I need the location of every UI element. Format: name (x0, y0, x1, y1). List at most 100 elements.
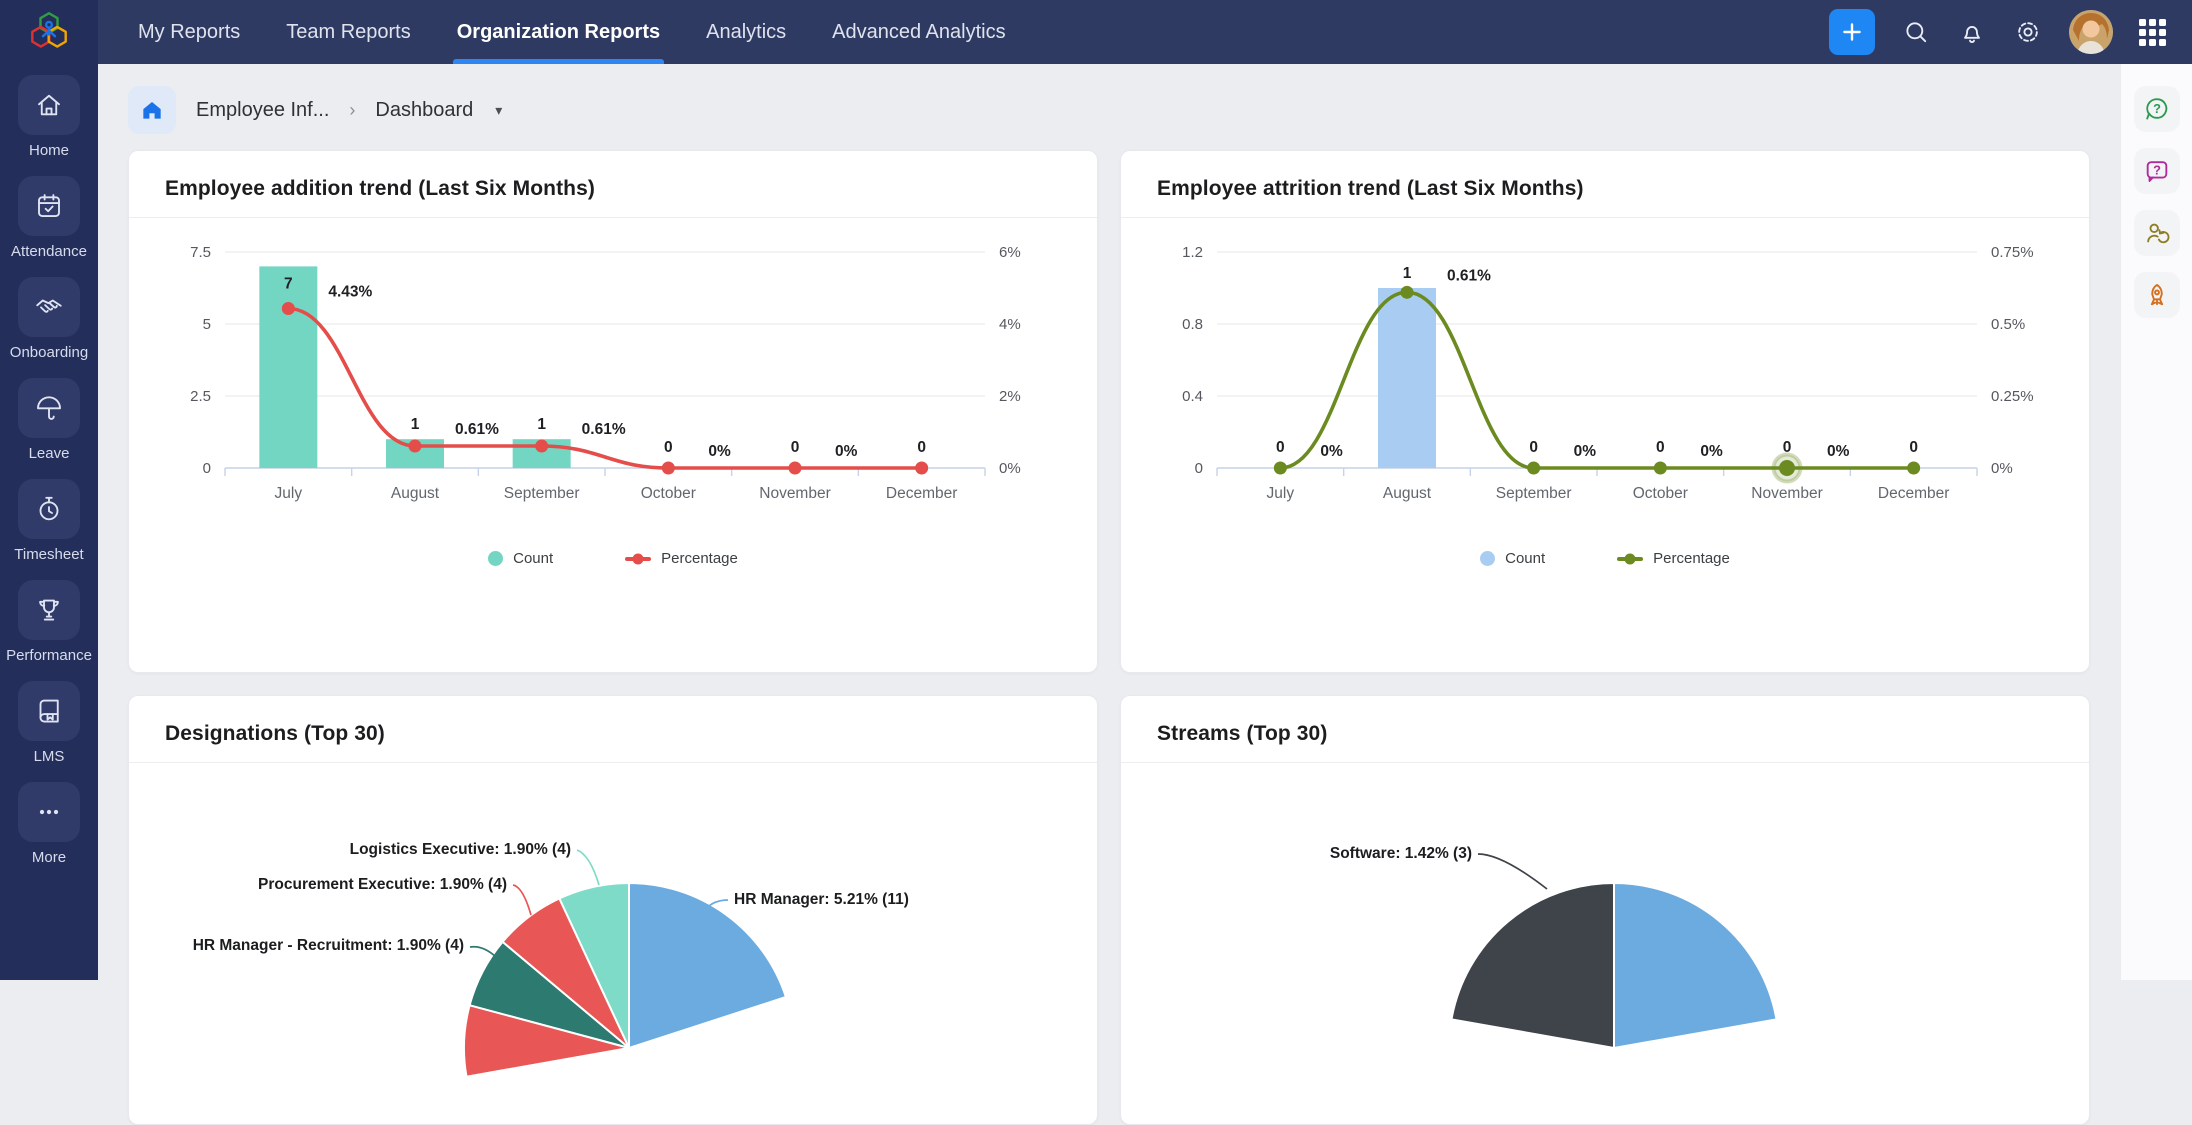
svg-text:November: November (1751, 485, 1823, 502)
card-streams-pie: Streams (Top 30) Software: 1.42% (3) (1120, 695, 2090, 1125)
apps-grid-icon[interactable] (2139, 19, 2166, 46)
svg-text:0.61%: 0.61% (455, 421, 499, 438)
legend-item-percentage[interactable]: Percentage (625, 550, 738, 567)
sidebar-item-performance[interactable]: Performance (6, 580, 92, 664)
svg-text:0%: 0% (1700, 443, 1723, 460)
bell-icon (1958, 18, 1986, 46)
card-title: Streams (Top 30) (1157, 722, 2053, 746)
svg-text:0.75%: 0.75% (1991, 244, 2034, 261)
svg-text:0.25%: 0.25% (1991, 388, 2034, 405)
svg-text:2%: 2% (999, 388, 1021, 405)
help-bubble-icon: ? (2143, 95, 2171, 123)
breadcrumb-dropdown-caret[interactable]: ▾ (495, 102, 502, 119)
svg-text:December: December (886, 485, 958, 502)
svg-text:0: 0 (1276, 439, 1285, 456)
svg-text:0.5%: 0.5% (1991, 316, 2025, 333)
combo-chart-svg: 7.56%54%2.52%00%JulyAugustSeptemberOctob… (165, 218, 1063, 540)
search-button[interactable] (1901, 17, 1931, 47)
legend-item-count[interactable]: Count (488, 550, 553, 567)
svg-text:Procurement Executive: 1.90% (: Procurement Executive: 1.90% (4) (258, 876, 507, 893)
sidebar-item-label: Performance (6, 647, 92, 664)
sidebar-item-label: Home (29, 142, 69, 159)
svg-text:0%: 0% (1574, 443, 1597, 460)
zoho-people-logo[interactable] (17, 5, 81, 63)
performance-icon (34, 595, 64, 625)
svg-text:4%: 4% (999, 316, 1021, 333)
svg-text:4.43%: 4.43% (328, 284, 372, 301)
leave-icon (34, 393, 64, 423)
pie-chart-svg: Logistics Executive: 1.90% (4)Procuremen… (165, 763, 1063, 1103)
topbar-actions (1829, 9, 2166, 55)
sidebar-item-timesheet[interactable]: Timesheet (14, 479, 83, 563)
card-employee-addition-trend: Employee addition trend (Last Six Months… (128, 150, 1098, 673)
bell-button[interactable] (1957, 17, 1987, 47)
legend-swatch (1617, 557, 1643, 561)
lms-icon (34, 696, 64, 726)
faq-bubble-button[interactable]: ? (2134, 148, 2180, 194)
tab-organization-reports[interactable]: Organization Reports (457, 0, 660, 64)
help-bubble-button[interactable]: ? (2134, 86, 2180, 132)
svg-text:0%: 0% (835, 443, 858, 460)
designations-pie-chart: Logistics Executive: 1.90% (4)Procuremen… (129, 763, 1097, 1103)
svg-text:0: 0 (917, 439, 926, 456)
legend-item-count[interactable]: Count (1480, 550, 1545, 567)
svg-text:0%: 0% (1827, 443, 1850, 460)
avatar-image (2069, 10, 2113, 54)
right-rail: ?? (2120, 64, 2192, 980)
tab-team-reports[interactable]: Team Reports (286, 0, 411, 64)
svg-text:HR Manager - Recruitment: 1.90: HR Manager - Recruitment: 1.90% (4) (193, 937, 464, 954)
chart-legend: Count Percentage (1121, 550, 2089, 567)
svg-text:September: September (504, 485, 580, 502)
svg-text:August: August (391, 485, 440, 502)
legend-label: Count (1505, 550, 1545, 567)
svg-text:5: 5 (203, 316, 211, 333)
employee-addition-chart: 7.56%54%2.52%00%JulyAugustSeptemberOctob… (129, 218, 1097, 540)
dashboard-grid: Employee addition trend (Last Six Months… (98, 150, 2120, 1125)
svg-text:0%: 0% (708, 443, 731, 460)
sidebar-items: Home Attendance Onboarding Leave Timesheet Pe… (6, 75, 92, 866)
home-icon (139, 97, 165, 123)
sidebar-item-leave[interactable]: Leave (18, 378, 80, 462)
svg-text:Software: 1.42% (3): Software: 1.42% (3) (1330, 845, 1472, 862)
gear-button[interactable] (2013, 17, 2043, 47)
svg-text:December: December (1878, 485, 1950, 502)
people-share-button[interactable] (2134, 210, 2180, 256)
tab-advanced-analytics[interactable]: Advanced Analytics (832, 0, 1005, 64)
sidebar-tile (18, 580, 80, 640)
sidebar-item-onboarding[interactable]: Onboarding (10, 277, 88, 361)
sidebar-item-label: LMS (34, 748, 65, 765)
svg-text:0: 0 (664, 439, 673, 456)
sidebar-item-lms[interactable]: LMS (18, 681, 80, 765)
svg-text:0: 0 (203, 460, 211, 477)
breadcrumb-page[interactable]: Dashboard (375, 99, 473, 122)
svg-text:?: ? (2153, 101, 2161, 116)
svg-text:0%: 0% (1320, 443, 1343, 460)
breadcrumb-home-button[interactable] (128, 86, 176, 134)
svg-text:0.8: 0.8 (1182, 316, 1203, 333)
svg-text:September: September (1496, 485, 1572, 502)
plus-icon (1839, 19, 1865, 45)
sidebar-tile (18, 277, 80, 337)
card-title: Designations (Top 30) (165, 722, 1061, 746)
svg-text:6%: 6% (999, 244, 1021, 261)
add-button[interactable] (1829, 9, 1875, 55)
svg-text:October: October (1633, 485, 1688, 502)
user-avatar[interactable] (2069, 10, 2113, 54)
timesheet-icon (34, 494, 64, 524)
sidebar-item-home[interactable]: Home (18, 75, 80, 159)
tab-analytics[interactable]: Analytics (706, 0, 786, 64)
tab-my-reports[interactable]: My Reports (138, 0, 240, 64)
sidebar-item-more[interactable]: More (18, 782, 80, 866)
svg-text:0%: 0% (999, 460, 1021, 477)
svg-text:7: 7 (284, 275, 293, 292)
svg-text:1.2: 1.2 (1182, 244, 1203, 261)
sidebar-tile (18, 479, 80, 539)
breadcrumb-module[interactable]: Employee Inf... (196, 99, 329, 122)
card-title: Employee attrition trend (Last Six Month… (1157, 177, 2053, 201)
sidebar-tile (18, 378, 80, 438)
rocket-button[interactable] (2134, 272, 2180, 318)
sidebar-item-attendance[interactable]: Attendance (11, 176, 87, 260)
legend-item-percentage[interactable]: Percentage (1617, 550, 1730, 567)
svg-text:November: November (759, 485, 831, 502)
svg-text:0.61%: 0.61% (1447, 267, 1491, 284)
